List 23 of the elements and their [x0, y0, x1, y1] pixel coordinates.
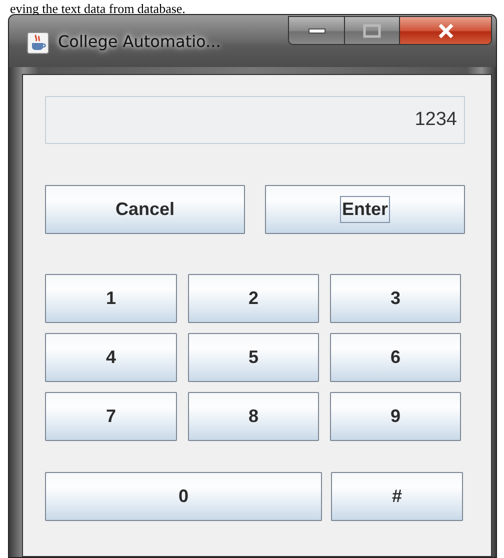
close-icon [436, 22, 454, 38]
keypad-key[interactable]: # [331, 472, 463, 521]
cancel-button[interactable]: Cancel [45, 185, 245, 234]
java-cup-icon [27, 32, 49, 54]
window-title: College Automatio... [58, 32, 221, 51]
keypad-key[interactable]: 3 [330, 274, 461, 323]
keypad-key[interactable]: 5 [188, 333, 319, 382]
document-text: eving the text data from database. [9, 2, 186, 16]
enter-button[interactable]: Enter [265, 185, 465, 234]
keypad-key[interactable]: 1 [45, 274, 177, 323]
maximize-icon [363, 24, 381, 38]
keypad-key[interactable]: 8 [188, 392, 319, 441]
keypad-key[interactable]: 9 [330, 392, 461, 441]
keypad-key[interactable]: 2 [188, 274, 319, 323]
keypad-key[interactable]: 0 [45, 472, 322, 521]
keypad-key[interactable]: 6 [330, 333, 461, 382]
close-button[interactable] [400, 16, 492, 45]
keypad-key[interactable]: 4 [45, 333, 177, 382]
minimize-button[interactable] [288, 16, 345, 45]
display-field[interactable]: 1234 [45, 96, 465, 144]
keypad-key[interactable]: 7 [45, 392, 177, 441]
minimize-icon [308, 28, 326, 34]
maximize-button[interactable] [345, 16, 400, 45]
